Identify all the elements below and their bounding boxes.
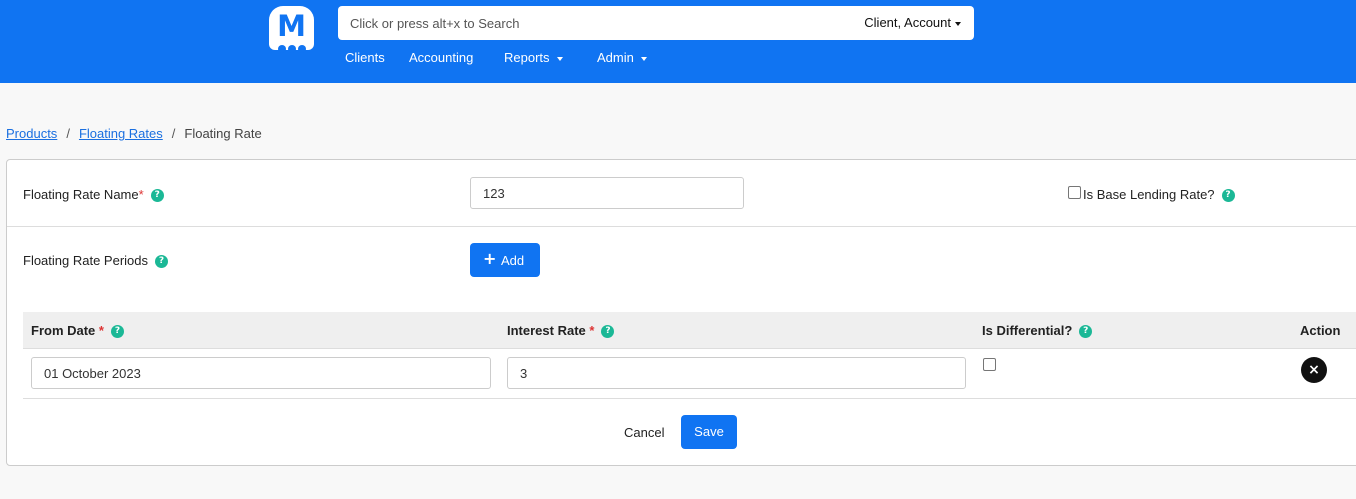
is-differential-checkbox[interactable] — [983, 358, 996, 371]
nav-admin-label: Admin — [597, 50, 634, 65]
delete-row-button[interactable]: × — [1301, 357, 1327, 383]
breadcrumb: Products / Floating Rates / Floating Rate — [6, 126, 262, 141]
periods-table-header: From Date *? Interest Rate *? Is Differe… — [23, 312, 1356, 349]
is-base-lending-rate-label: Is Base Lending Rate?? — [1083, 187, 1235, 203]
divider — [7, 226, 1356, 227]
close-icon: × — [1308, 362, 1320, 378]
nav-admin[interactable]: Admin — [597, 50, 647, 65]
col-is-differential-label: Is Differential? — [982, 323, 1073, 338]
nav-accounting-label: Accounting — [409, 50, 474, 65]
help-icon[interactable]: ? — [110, 325, 124, 339]
floating-rate-name-label: Floating Rate Name*? — [23, 187, 164, 203]
breadcrumb-products-link[interactable]: Products — [6, 126, 57, 141]
floating-rate-form: Floating Rate Name*? 123 Is Base Lending… — [6, 159, 1356, 466]
logo-letter: M — [277, 9, 306, 43]
interest-rate-value: 3 — [520, 366, 528, 381]
chevron-down-icon — [640, 56, 647, 61]
breadcrumb-separator: / — [66, 126, 70, 141]
is-base-lending-rate-checkbox[interactable] — [1068, 186, 1081, 199]
col-action-label: Action — [1300, 323, 1341, 338]
floating-rate-periods-label-text: Floating Rate Periods — [23, 253, 149, 268]
help-icon[interactable]: ? — [1079, 325, 1093, 339]
floating-rate-name-value: 123 — [483, 186, 505, 201]
nav-reports[interactable]: Reports — [504, 50, 563, 65]
required-marker: * — [589, 323, 595, 338]
from-date-value: 01 October 2023 — [44, 366, 141, 381]
nav-accounting[interactable]: Accounting — [409, 50, 473, 65]
breadcrumb-floating-rates-link[interactable]: Floating Rates — [79, 126, 163, 141]
floating-rate-name-label-text: Floating Rate Name — [23, 187, 139, 202]
cancel-label: Cancel — [624, 425, 665, 440]
floating-rate-periods-label: Floating Rate Periods? — [23, 253, 169, 269]
from-date-input[interactable]: 01 October 2023 — [31, 357, 491, 389]
plus-icon: + — [483, 249, 497, 268]
help-icon[interactable]: ? — [601, 325, 615, 339]
col-action: Action — [1300, 323, 1340, 338]
top-navbar: M Click or press alt+x to Search Client,… — [0, 0, 1356, 83]
help-icon[interactable]: ? — [155, 255, 169, 269]
chevron-down-icon — [556, 56, 563, 61]
cancel-button[interactable]: Cancel — [624, 425, 664, 440]
required-marker: * — [138, 187, 144, 202]
floating-rate-name-input[interactable]: 123 — [470, 177, 744, 209]
search-placeholder: Click or press alt+x to Search — [350, 16, 520, 31]
breadcrumb-separator: / — [171, 126, 176, 141]
col-interest-rate: Interest Rate *? — [507, 323, 615, 339]
col-interest-rate-label: Interest Rate — [507, 323, 586, 338]
nav-reports-label: Reports — [504, 50, 550, 65]
save-label: Save — [694, 424, 724, 439]
nav-clients-label: Clients — [345, 50, 385, 65]
search-scope-dropdown[interactable]: Client, Account — [864, 15, 961, 30]
save-button[interactable]: Save — [681, 415, 737, 449]
col-from-date-label: From Date — [31, 323, 96, 338]
required-marker: * — [98, 323, 104, 338]
global-search-input[interactable]: Click or press alt+x to Search Client, A… — [338, 6, 974, 40]
add-period-label: Add — [501, 253, 525, 268]
col-from-date: From Date *? — [31, 323, 124, 339]
breadcrumb-current: Floating Rate — [184, 126, 262, 141]
app-logo[interactable]: M — [269, 6, 314, 53]
help-icon[interactable]: ? — [1221, 189, 1235, 203]
is-base-lending-rate-label-text: Is Base Lending Rate? — [1083, 187, 1215, 202]
table-row-divider — [23, 398, 1356, 399]
col-is-differential: Is Differential?? — [982, 323, 1093, 339]
chevron-down-icon — [955, 21, 961, 26]
interest-rate-input[interactable]: 3 — [507, 357, 966, 389]
add-period-button[interactable]: + Add — [470, 243, 540, 277]
nav-clients[interactable]: Clients — [345, 50, 385, 65]
help-icon[interactable]: ? — [150, 189, 164, 203]
search-scope-label: Client, Account — [864, 15, 951, 30]
